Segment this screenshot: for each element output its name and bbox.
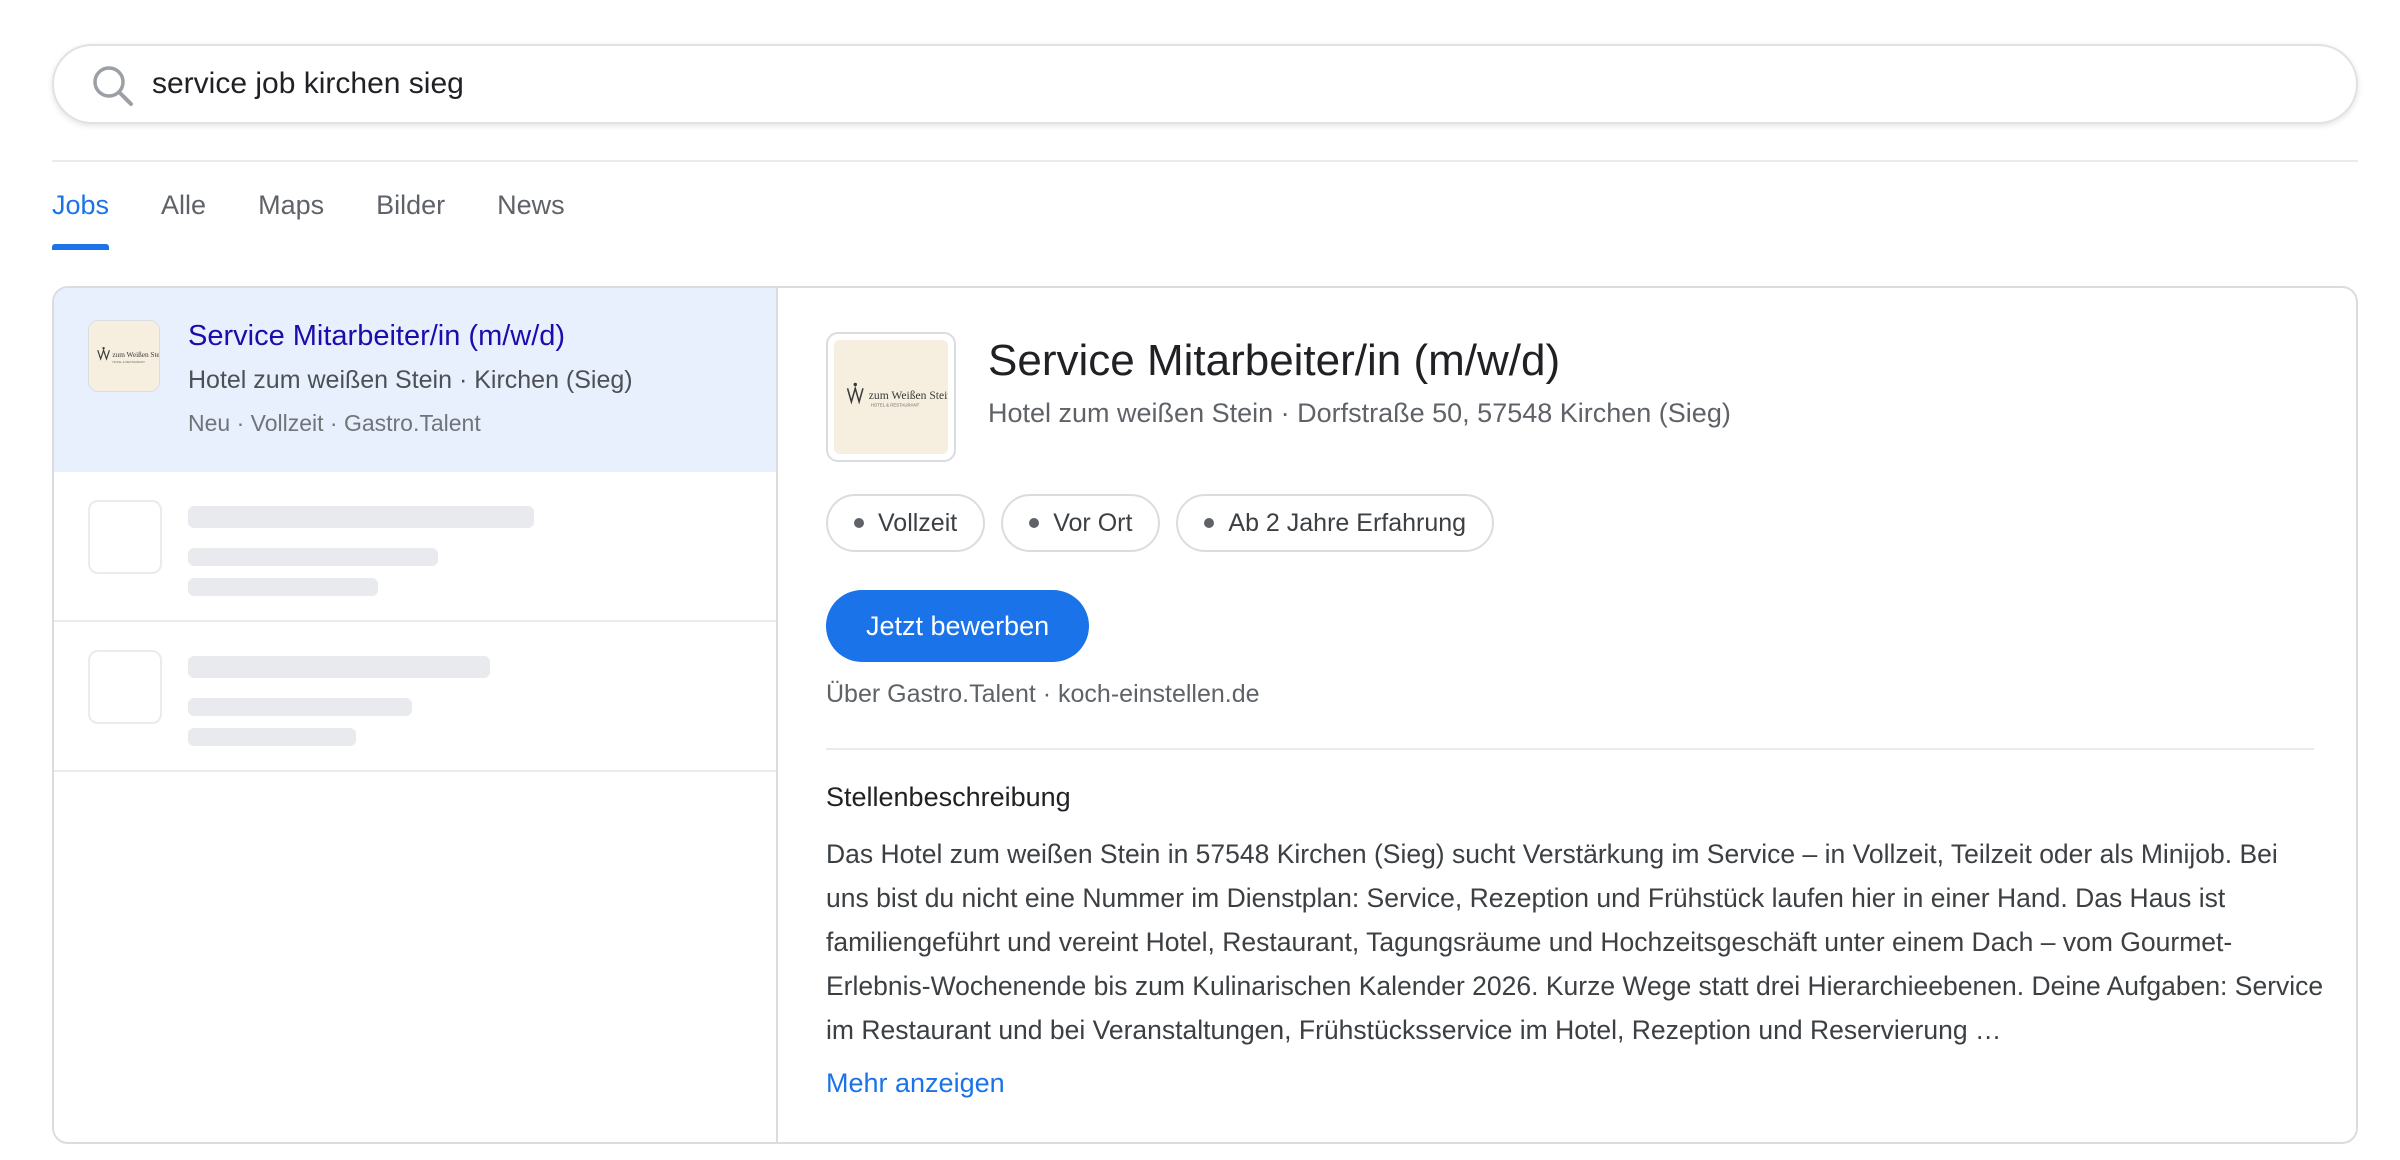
search-icon[interactable] — [90, 63, 136, 109]
skeleton-line — [188, 506, 534, 528]
svg-text:zum Weißen Stein: zum Weißen Stein — [112, 351, 159, 359]
description-heading: Stellenbeschreibung — [826, 782, 1071, 812]
hotel-logo-icon: zum Weißen Stein HOTEL & RESTAURANT — [89, 321, 159, 391]
svg-text:HOTEL & RESTAURANT: HOTEL & RESTAURANT — [871, 403, 920, 408]
job-attribute-chips: Vollzeit Vor Ort Ab 2 Jahre Erfahrung — [826, 494, 1510, 552]
search-tabs: Jobs Alle Maps Bilder News — [52, 176, 617, 250]
job-source: Über Gastro.Talent · koch-einstellen.de — [826, 680, 1260, 708]
chip-vollzeit: Vollzeit — [826, 494, 986, 552]
chip-erfahrung: Ab 2 Jahre Erfahrung — [1176, 494, 1495, 552]
chip-vor-ort: Vor Ort — [1001, 494, 1161, 552]
job-result-placeholder — [54, 622, 776, 772]
dot-icon — [854, 518, 864, 528]
job-title-link[interactable]: Service Mitarbeiter/in (m/w/d) — [188, 320, 565, 353]
job-description: Das Hotel zum weißen Stein in 57548 Kirc… — [826, 839, 2324, 1045]
show-more-link[interactable]: Mehr anzeigen — [826, 1068, 1005, 1099]
job-meta: Neu · Vollzeit · Gastro.Talent — [188, 410, 481, 436]
svg-text:HOTEL & RESTAURANT: HOTEL & RESTAURANT — [112, 360, 145, 364]
tab-bilder[interactable]: Bilder — [376, 176, 445, 250]
search-input[interactable] — [152, 67, 2302, 101]
job-result-placeholder — [54, 472, 776, 622]
job-detail-company-address: Hotel zum weißen Stein · Dorfstraße 50, … — [988, 398, 1731, 428]
tab-jobs[interactable]: Jobs — [52, 176, 110, 250]
chip-label: Vollzeit — [878, 508, 958, 537]
tab-maps[interactable]: Maps — [258, 176, 324, 250]
tab-alle[interactable]: Alle — [161, 176, 206, 250]
page: Jobs Alle Maps Bilder News zum Weißen St… — [0, 0, 2400, 1160]
skeleton-line — [188, 548, 438, 566]
chip-label: Ab 2 Jahre Erfahrung — [1228, 508, 1467, 537]
skeleton-logo — [88, 650, 162, 724]
jobs-card: zum Weißen Stein HOTEL & RESTAURANT Serv… — [52, 286, 2358, 1144]
svg-text:zum Weißen Stein: zum Weißen Stein — [869, 389, 948, 402]
detail-divider — [826, 748, 2314, 750]
job-results-list: zum Weißen Stein HOTEL & RESTAURANT Serv… — [54, 288, 778, 1142]
tab-news[interactable]: News — [497, 176, 565, 250]
skeleton-line — [188, 698, 412, 716]
apply-button[interactable]: Jetzt bewerben — [826, 590, 1090, 662]
job-detail-title: Service Mitarbeiter/in (m/w/d) — [988, 336, 1561, 385]
dot-icon — [1204, 518, 1215, 528]
dot-icon — [1029, 518, 1040, 528]
skeleton-line — [188, 656, 490, 678]
job-company-location: Hotel zum weißen Stein · Kirchen (Sieg) — [188, 366, 633, 394]
chip-label: Vor Ort — [1053, 508, 1133, 537]
job-result-selected[interactable]: zum Weißen Stein HOTEL & RESTAURANT Serv… — [54, 288, 776, 472]
company-logo-large: zum Weißen Stein HOTEL & RESTAURANT — [826, 332, 956, 462]
hotel-logo-icon: zum Weißen Stein HOTEL & RESTAURANT — [834, 340, 948, 454]
skeleton-line — [188, 728, 356, 746]
job-detail-pane: zum Weißen Stein HOTEL & RESTAURANT Serv… — [778, 288, 2356, 1142]
skeleton-line — [188, 578, 378, 596]
skeleton-logo — [88, 500, 162, 574]
header-divider — [52, 160, 2358, 162]
search-bar[interactable] — [52, 44, 2358, 124]
company-logo: zum Weißen Stein HOTEL & RESTAURANT — [88, 320, 160, 392]
